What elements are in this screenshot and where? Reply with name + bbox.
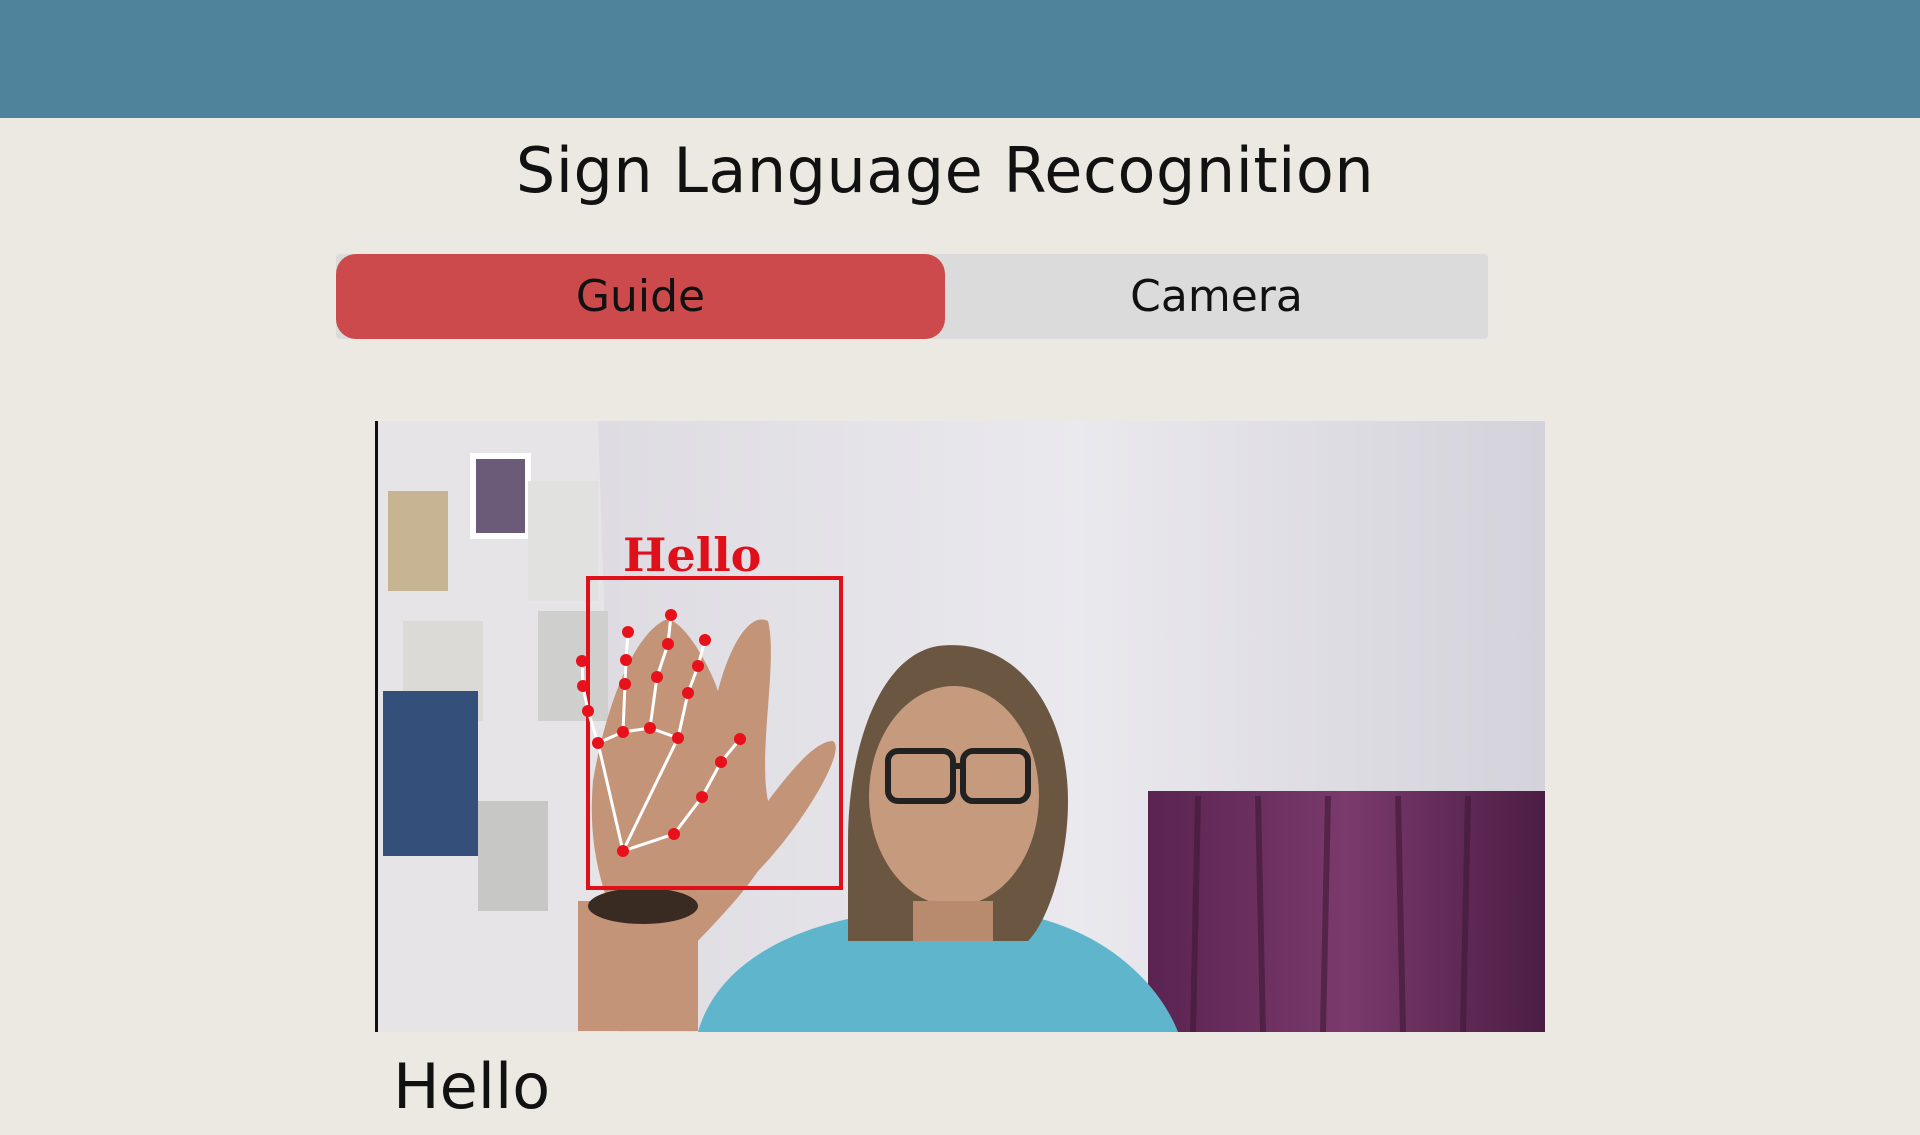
- tab-camera[interactable]: Camera: [945, 254, 1488, 339]
- camera-feed: Hello: [375, 421, 1545, 1032]
- recognized-text: Hello: [393, 1050, 551, 1123]
- page-title: Sign Language Recognition: [515, 134, 1375, 207]
- curtain: [1148, 791, 1545, 1032]
- camera-frame: Hello: [378, 421, 1545, 1032]
- tab-bar: Guide Camera: [336, 254, 1488, 339]
- top-bar: [0, 0, 1920, 118]
- tab-guide[interactable]: Guide: [336, 254, 945, 339]
- detection-label: Hello: [623, 528, 761, 582]
